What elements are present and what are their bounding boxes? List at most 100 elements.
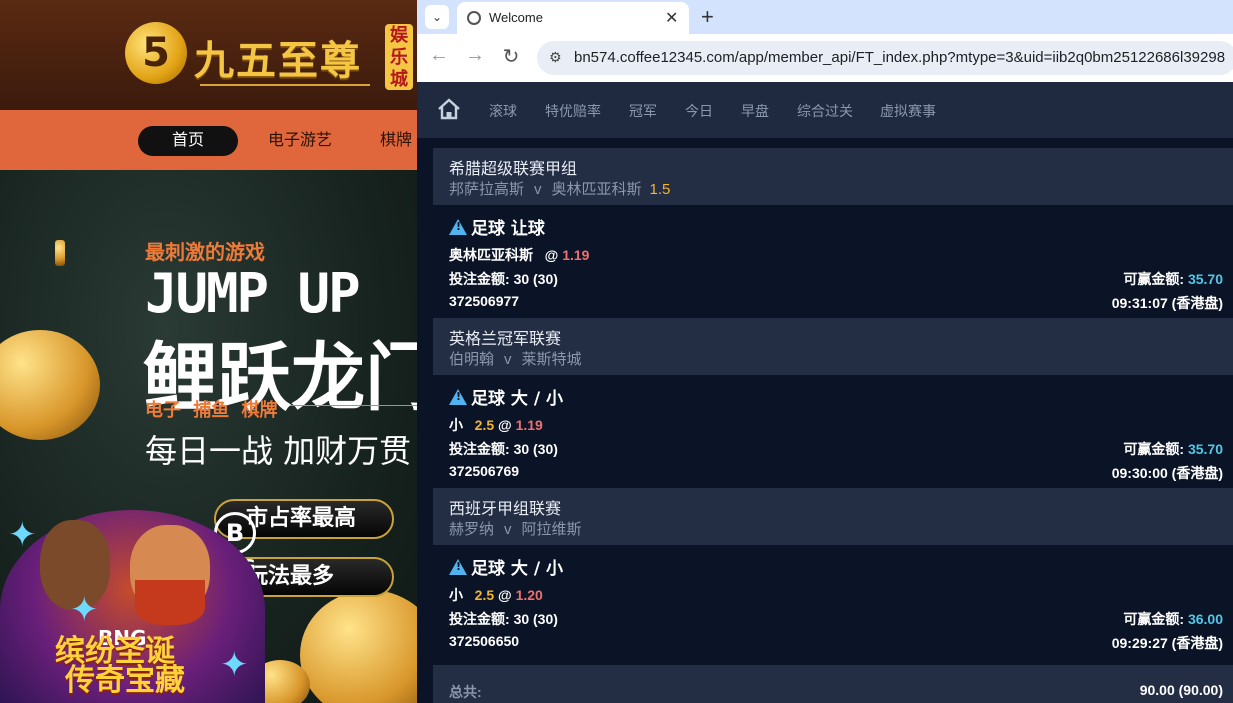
nav-parlay[interactable]: 综合过关 <box>797 101 853 121</box>
stake-label: 投注金额: <box>449 611 510 627</box>
bet-type: 足球 大 / 小 <box>449 554 563 579</box>
away-team: 阿拉维斯 <box>521 521 582 538</box>
forward-arrow-icon[interactable]: → <box>463 44 487 67</box>
nav-early[interactable]: 早盘 <box>741 101 769 121</box>
star-icon: ✦ <box>70 591 99 629</box>
bet-slip: 足球 大 / 小 小 2.5 @ 1.20 投注金额: 30 (30) 可赢金额… <box>433 545 1233 658</box>
promo-title: JUMP UP <box>145 262 361 325</box>
away-team: 奥林匹亚科斯 <box>551 181 642 198</box>
bet-time: 09:30:00 (香港盘) <box>1111 465 1223 481</box>
stake-amount: 投注金额: 30 (30) <box>449 609 558 629</box>
bet-id: 372506977 <box>449 293 520 309</box>
potential-win: 可赢金额: 36.00 <box>1123 609 1223 629</box>
bet-type: 足球 让球 <box>449 214 545 239</box>
site-info-icon[interactable]: ⚙ <box>549 49 562 66</box>
bet-selection: 小 2.5 @ 1.19 <box>449 415 543 435</box>
vs-label: v <box>504 521 512 538</box>
win-value: 35.70 <box>1187 441 1223 457</box>
nav-special-odds[interactable]: 特优赔率 <box>545 101 601 121</box>
bet-time: 09:31:07 (香港盘) <box>1111 295 1223 311</box>
nav-chess-cards[interactable]: 棋牌 <box>380 126 417 156</box>
stake-label: 投注金额: <box>449 441 510 457</box>
bet-id: 372506769 <box>449 463 520 479</box>
site-logo-text: 九五至尊 <box>194 38 362 84</box>
globe-icon <box>467 11 481 25</box>
nav-home[interactable]: 首页 <box>138 126 238 156</box>
back-arrow-icon[interactable]: ← <box>427 44 451 67</box>
bet-type-label: 足球 大 / 小 <box>471 559 563 579</box>
win-label: 可赢金额: <box>1123 271 1185 287</box>
odds-value: 1.19 <box>562 247 590 263</box>
new-tab-icon[interactable]: + <box>701 4 714 30</box>
home-icon[interactable] <box>437 98 461 120</box>
league-name: 西班牙甲组联赛 <box>449 501 562 518</box>
handicap-value: 1.5 <box>649 181 671 198</box>
logo-badge: 娱乐城 <box>385 24 413 90</box>
warning-icon <box>449 559 467 575</box>
stake-amount: 投注金额: 30 (30) <box>449 439 558 459</box>
away-team: 莱斯特城 <box>521 351 582 368</box>
line-value: 2.5 <box>474 587 495 603</box>
casino-site-window: 5 九五至尊 娱乐城 首页 电子游艺 棋牌 最刺激的游戏 JUMP UP 鲤跃龙… <box>0 0 417 703</box>
at-symbol: @ <box>544 247 559 263</box>
browser-window: ⌄ Welcome ✕ + ← → ↻ ⚙ bn574.coffee12345.… <box>417 0 1233 703</box>
coin-decoration <box>55 240 65 266</box>
vs-label: v <box>534 181 542 198</box>
promo-subtitle: 最刺激的游戏 <box>145 240 265 264</box>
bet-id: 372506650 <box>449 633 520 649</box>
tab-search-chevron-icon[interactable]: ⌄ <box>425 5 449 29</box>
star-icon: ✦ <box>8 516 37 554</box>
browser-tab[interactable]: Welcome ✕ <box>457 2 689 34</box>
at-symbol: @ <box>498 587 512 603</box>
tab-strip: ⌄ Welcome ✕ + <box>417 0 1233 34</box>
bet-slip: 足球 让球 奥林匹亚科斯 @ 1.19 投注金额: 30 (30) 可赢金额: … <box>433 205 1233 318</box>
league-header: 希腊超级联赛甲组 邦萨拉高斯 v 奥林匹亚科斯 1.5 <box>433 148 1233 205</box>
browser-toolbar: ← → ↻ ⚙ bn574.coffee12345.com/app/member… <box>417 34 1233 82</box>
promo-slogan: 每日一战 加财万贯 <box>145 432 412 470</box>
app-nav-bar: 滚球 特优赔率 冠军 今日 早盘 综合过关 虚拟赛事 <box>417 82 1233 138</box>
vs-label: v <box>504 351 512 368</box>
potential-win: 可赢金额: 35.70 <box>1123 269 1223 289</box>
league-header: 西班牙甲组联赛 赫罗纳 v 阿拉维斯 <box>433 488 1233 545</box>
warning-icon <box>449 219 467 235</box>
selection-name: 小 <box>449 587 463 603</box>
promo-categories: 电子 捕鱼 棋牌 <box>145 400 278 421</box>
star-icon: ✦ <box>220 646 249 684</box>
stake-amount: 投注金额: 30 (30) <box>449 269 558 289</box>
selection-name: 小 <box>449 417 463 433</box>
pill-label: 市占率最高 <box>246 506 357 531</box>
stake-value: 30 (30) <box>513 441 558 457</box>
stake-label: 投注金额: <box>449 271 510 287</box>
warning-icon <box>449 389 467 405</box>
total-label: 总共: <box>449 684 482 700</box>
nav-today[interactable]: 今日 <box>685 101 713 121</box>
win-label: 可赢金额: <box>1123 611 1185 627</box>
win-value: 35.70 <box>1187 271 1223 287</box>
selection-name: 奥林匹亚科斯 <box>449 247 533 263</box>
nav-electronic-games[interactable]: 电子游艺 <box>262 126 338 156</box>
line-value: 2.5 <box>474 417 495 433</box>
game-title-2: 传奇宝藏 <box>65 663 185 698</box>
nav-champion[interactable]: 冠军 <box>629 101 657 121</box>
odds-value: 1.19 <box>515 417 543 433</box>
match-teams: 邦萨拉高斯 v 奥林匹亚科斯 1.5 <box>449 178 670 199</box>
bet-selection: 奥林匹亚科斯 @ 1.19 <box>449 245 589 265</box>
url-text[interactable]: bn574.coffee12345.com/app/member_api/FT_… <box>574 49 1225 66</box>
home-team: 赫罗纳 <box>449 521 495 538</box>
nav-virtual[interactable]: 虚拟赛事 <box>880 101 936 121</box>
at-symbol: @ <box>498 417 512 433</box>
bet-type-label: 足球 大 / 小 <box>471 389 563 409</box>
total-value: 90.00 (90.00) <box>1139 682 1223 698</box>
reload-icon[interactable]: ↻ <box>499 44 523 69</box>
character-beard <box>135 580 205 625</box>
address-bar[interactable]: ⚙ bn574.coffee12345.com/app/member_api/F… <box>537 41 1233 75</box>
nav-live[interactable]: 滚球 <box>489 101 517 121</box>
logo-divider <box>200 84 370 86</box>
bet-type-label: 足球 让球 <box>471 219 545 239</box>
home-team: 邦萨拉高斯 <box>449 181 525 198</box>
stake-value: 30 (30) <box>513 611 558 627</box>
close-tab-icon[interactable]: ✕ <box>665 8 678 28</box>
stake-value: 30 (30) <box>513 271 558 287</box>
bet-time: 09:29:27 (香港盘) <box>1111 635 1223 651</box>
bet-selection: 小 2.5 @ 1.20 <box>449 585 543 605</box>
